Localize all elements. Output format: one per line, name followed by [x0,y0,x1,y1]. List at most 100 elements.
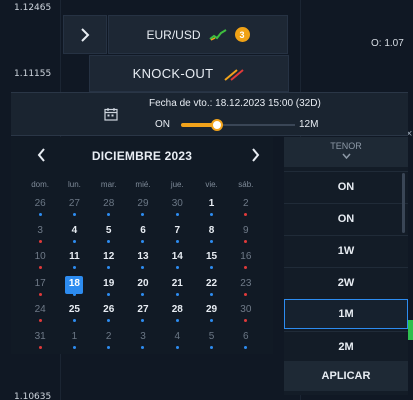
calendar-day[interactable]: 17 [23,275,57,301]
tenor-panel: TENOR ON ON 1W 2W 1M 2M APLICAR [284,137,408,395]
day-number: 30 [240,304,252,315]
availability-dot [175,292,179,296]
calendar-day[interactable]: 11 [57,248,91,274]
calendar-day[interactable]: 30 [229,301,263,327]
availability-dot [38,319,42,322]
calendar-week: 24 25 26 27 28 29 30 [23,301,263,327]
calendar-day[interactable]: 20 [126,275,160,301]
tenor-option[interactable]: 2M [284,331,408,361]
calendar-day[interactable]: 3 [23,222,57,248]
day-number: 15 [205,251,218,262]
calendar-day[interactable]: 5 [194,328,228,354]
tenor-option[interactable]: ON [284,203,408,233]
day-number: 26 [103,304,115,315]
weekday-label: dom. [31,180,50,189]
availability-dot [141,239,145,243]
calendar-day[interactable]: 25 [57,301,91,327]
availability-dot [141,319,145,322]
price-label-mid: 1.11155 [14,69,52,79]
trend-chart-icon [208,28,227,41]
calendar-icon[interactable] [104,107,118,121]
day-number: 22 [205,277,218,289]
calendar-day[interactable]: 4 [160,328,194,354]
availability-dot [107,345,111,349]
calendar-day[interactable]: 8 [194,222,228,248]
tenor-option[interactable]: 1M [284,299,408,329]
day-number: 26 [34,198,46,209]
calendar-day[interactable]: 18 [57,275,91,301]
slider-thumb[interactable] [211,119,224,131]
calendar-day[interactable]: 9 [229,222,263,248]
open-price-label: O: 1.07 [371,38,404,49]
calendar-day[interactable]: 29 [194,301,228,327]
calendar-day[interactable]: 16 [229,248,263,274]
calendar-day[interactable]: 7 [160,222,194,248]
price-label-top: 1.12465 [14,3,52,13]
availability-dot [141,213,145,216]
tenor-option[interactable]: 2W [284,267,408,297]
calendar-day[interactable]: 3 [126,328,160,354]
calendar-day[interactable]: 28 [160,301,194,327]
tenor-header: TENOR [330,141,362,151]
availability-dot [244,345,248,349]
calendar-day[interactable]: 21 [160,275,194,301]
calendar-day[interactable]: 15 [194,248,228,274]
availability-dot [210,239,214,243]
calendar-day[interactable]: 27 [126,301,160,327]
calendar-day[interactable]: 13 [126,248,160,274]
next-month-button[interactable] [247,147,263,163]
availability-dot [72,266,76,269]
availability-dot [107,319,111,322]
day-number: 9 [243,224,249,236]
availability-dot [244,213,248,216]
weekday-label: sáb. [238,180,254,189]
asset-selector[interactable]: EUR/USD 3 [108,15,288,54]
weekday-label: mié. [135,180,151,189]
calendar-day[interactable]: 26 [92,301,126,327]
calendar-day[interactable]: 14 [160,248,194,274]
expiry-slider[interactable] [181,119,295,131]
calendar-day[interactable]: 23 [229,275,263,301]
tenor-scrollbar[interactable] [402,173,405,233]
calendar-day[interactable]: 12 [92,248,126,274]
availability-dot [107,239,111,243]
availability-dot [141,266,145,269]
day-number: 29 [137,198,149,209]
calendar-day[interactable]: 28 [92,195,126,221]
availability-dot [175,239,179,243]
product-label: KNOCK-OUT [132,66,214,81]
apply-button[interactable]: APLICAR [284,361,408,391]
candle-marker [408,320,413,340]
calendar-day[interactable]: 4 [57,222,91,248]
calendar-day[interactable]: 6 [126,222,160,248]
expand-button[interactable] [63,15,107,54]
tenor-option[interactable]: 1W [284,235,408,265]
calendar-day[interactable]: 26 [23,195,57,221]
calendar-day[interactable]: 29 [126,195,160,221]
calendar-day[interactable]: 2 [229,195,263,221]
day-number: 27 [137,304,149,315]
weekday-label: lun. [67,180,81,189]
calendar-day[interactable]: 31 [23,328,57,354]
tenor-dropdown[interactable]: TENOR [284,137,408,167]
calendar-day[interactable]: 22 [194,275,228,301]
calendar-day[interactable]: 2 [92,328,126,354]
availability-dot [210,292,214,296]
availability-dot [107,213,111,216]
calendar-day[interactable]: 27 [57,195,91,221]
calendar-day[interactable]: 30 [160,195,194,221]
product-selector[interactable]: KNOCK-OUT [89,55,289,92]
calendar-day[interactable]: 1 [194,195,228,221]
day-number: 13 [137,251,149,262]
calendar-day[interactable]: 6 [229,328,263,354]
availability-dot [210,319,214,322]
day-number: 28 [103,198,115,209]
calendar-day[interactable]: 5 [92,222,126,248]
calendar-day[interactable]: 19 [92,275,126,301]
calendar-day[interactable]: 24 [23,301,57,327]
day-number: 1 [208,198,215,209]
calendar-day[interactable]: 10 [23,248,57,274]
calendar-day[interactable]: 1 [57,328,91,354]
calendar-week: 31 1 2 3 4 5 6 [23,328,263,354]
tenor-option[interactable]: ON [284,171,408,201]
